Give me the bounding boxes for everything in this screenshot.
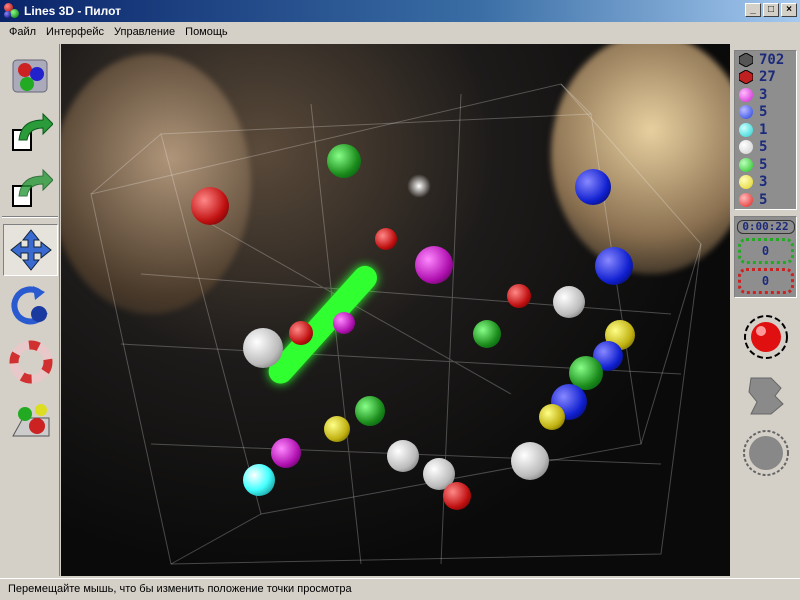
count-row-blue: 5 bbox=[735, 104, 796, 122]
undo-button[interactable] bbox=[3, 106, 58, 158]
menu-control[interactable]: Управление bbox=[109, 26, 180, 38]
menu-bar: Файл Интерфейс Управление Помощь bbox=[0, 22, 800, 42]
green-ball-icon bbox=[739, 157, 753, 172]
right-panel: 702 27 3 5 1 5 5 3 5 0:00:22 0 0 bbox=[731, 44, 800, 576]
grey-disc-icon bbox=[742, 430, 789, 476]
move-arrows-icon bbox=[9, 229, 52, 271]
new-game-icon bbox=[12, 59, 47, 93]
help-button[interactable] bbox=[3, 336, 58, 388]
count-row-green: 5 bbox=[735, 156, 796, 174]
cell-button[interactable] bbox=[734, 424, 797, 482]
status-bar: Перемещайте мышь, что бы изменить положе… bbox=[0, 578, 800, 600]
redo-arrow-icon bbox=[11, 168, 53, 207]
count-row-cubes: 27 bbox=[735, 69, 796, 87]
puzzle-piece-icon bbox=[747, 377, 784, 415]
count-row-white: 5 bbox=[735, 139, 796, 157]
balls-settings-icon bbox=[11, 404, 49, 437]
left-toolbar bbox=[0, 44, 60, 576]
move-view-button[interactable] bbox=[3, 224, 58, 276]
settings-button[interactable] bbox=[3, 392, 58, 444]
rotate-icon bbox=[10, 286, 48, 325]
count-row-magenta: 3 bbox=[735, 86, 796, 104]
score-green: 0 bbox=[737, 238, 794, 264]
cyan-ball-icon bbox=[739, 122, 753, 137]
menu-help[interactable]: Помощь bbox=[180, 26, 233, 38]
close-button[interactable]: × bbox=[781, 3, 797, 17]
menu-file[interactable]: Файл bbox=[4, 26, 41, 38]
cube-icon bbox=[739, 70, 753, 85]
score-panel: 0:00:22 0 0 bbox=[734, 216, 797, 298]
undo-arrow-icon bbox=[11, 112, 53, 151]
white-ball-icon bbox=[739, 140, 753, 155]
window-title: Lines 3D - Пилот bbox=[24, 4, 122, 18]
grid-cube bbox=[90, 83, 702, 565]
lifebuoy-icon bbox=[9, 340, 52, 384]
count-row-total: 702 bbox=[735, 51, 796, 69]
rotate-button[interactable] bbox=[3, 280, 58, 332]
total-cells-icon bbox=[739, 52, 753, 67]
menu-interface[interactable]: Интерфейс bbox=[41, 26, 109, 38]
redo-button[interactable] bbox=[3, 162, 58, 214]
count-row-yellow: 3 bbox=[735, 174, 796, 192]
magenta-ball-icon bbox=[739, 87, 753, 102]
count-row-red: 5 bbox=[735, 191, 796, 209]
ball-counts: 702 27 3 5 1 5 5 3 5 bbox=[734, 50, 797, 210]
title-bar: Lines 3D - Пилот _ □ × bbox=[0, 0, 800, 22]
yellow-ball-icon bbox=[739, 175, 753, 190]
red-ball-icon bbox=[739, 192, 753, 207]
puzzle-button[interactable] bbox=[734, 366, 797, 424]
red-ball-target-icon bbox=[743, 315, 788, 359]
app-icon bbox=[4, 3, 20, 19]
next-move-button[interactable] bbox=[734, 308, 797, 366]
game-3d-viewport[interactable] bbox=[61, 44, 730, 576]
game-timer: 0:00:22 bbox=[736, 220, 795, 234]
maximize-button[interactable]: □ bbox=[763, 3, 779, 17]
minimize-button[interactable]: _ bbox=[745, 3, 761, 17]
new-game-button[interactable] bbox=[3, 50, 58, 102]
score-red: 0 bbox=[737, 268, 794, 294]
count-row-cyan: 1 bbox=[735, 121, 796, 139]
light-source bbox=[407, 174, 431, 198]
blue-ball-icon bbox=[739, 105, 753, 120]
